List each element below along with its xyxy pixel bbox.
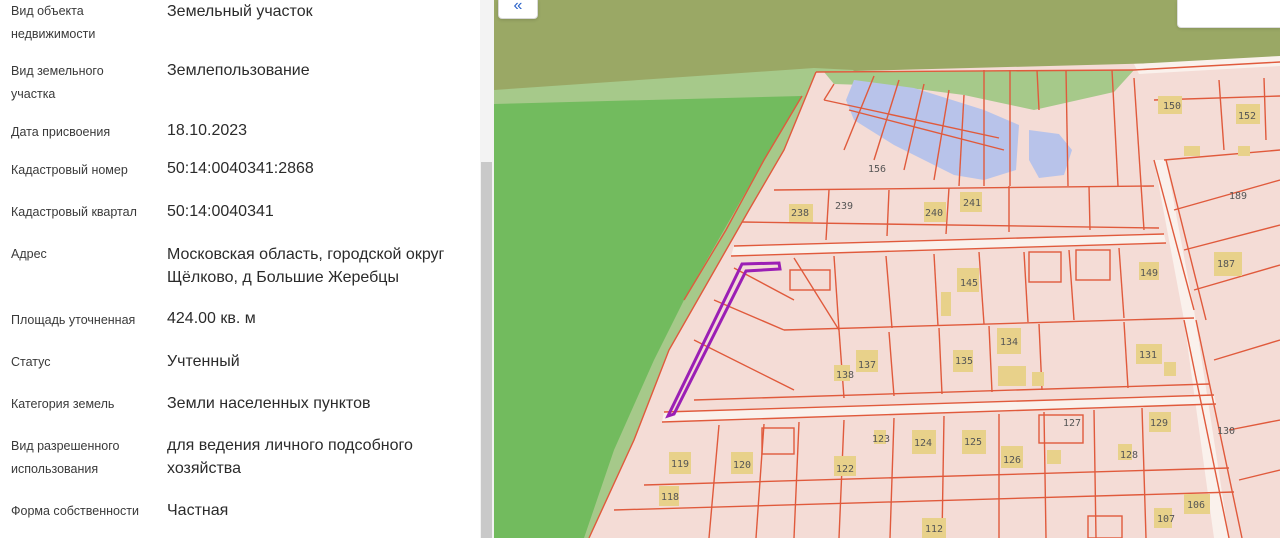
property-value: 18.10.2023 xyxy=(167,122,248,139)
plot-label: 240 xyxy=(925,208,943,219)
plot-label: 134 xyxy=(1000,337,1018,348)
plot-label: 156 xyxy=(868,164,886,175)
plot-label: 126 xyxy=(1003,455,1021,466)
building xyxy=(1032,372,1044,386)
plot-label: 123 xyxy=(872,434,890,445)
plot-label: 118 xyxy=(661,492,679,503)
property-label: Статус xyxy=(11,355,51,369)
plot-label: 149 xyxy=(1140,268,1158,279)
plot-label: 106 xyxy=(1187,500,1205,511)
plot-label: 135 xyxy=(955,356,973,367)
plot-label: 130 xyxy=(1217,426,1235,437)
map-control-panel[interactable] xyxy=(1177,0,1280,28)
property-label: Адрес xyxy=(11,247,47,261)
plot-label: 145 xyxy=(960,278,978,289)
property-label: Дата присвоения xyxy=(11,125,111,139)
property-label: Форма собственности xyxy=(11,504,139,518)
parcel-edge xyxy=(1088,185,1091,231)
plot-label: 152 xyxy=(1238,111,1256,122)
plot-label: 150 xyxy=(1163,101,1181,112)
property-value: Московская область, городской округ Щёлк… xyxy=(167,246,445,286)
building xyxy=(1164,362,1176,376)
property-label: Вид разрешенного использования xyxy=(11,439,120,476)
property-value: Землепользование xyxy=(167,62,310,79)
plot-label: 238 xyxy=(791,208,809,219)
plot-label: 112 xyxy=(925,524,943,535)
cadastral-map[interactable]: 150 152 156 189 238 239 240 241 187 149 … xyxy=(494,0,1280,538)
property-value: Учтенный xyxy=(167,353,240,370)
property-value: 50:14:0040341 xyxy=(167,203,274,220)
building xyxy=(1047,450,1061,464)
plot-label: 239 xyxy=(835,201,853,212)
property-value: для ведения личного подсобного хозяйства xyxy=(167,437,413,477)
plot-label: 125 xyxy=(964,437,982,448)
map-canvas[interactable]: 150 152 156 189 238 239 240 241 187 149 … xyxy=(494,0,1280,538)
scrollbar-thumb[interactable] xyxy=(481,162,492,538)
plot-label: 138 xyxy=(836,370,854,381)
plot-label: 241 xyxy=(963,198,981,209)
plot-label: 128 xyxy=(1120,450,1138,461)
collapse-panel-button[interactable]: « xyxy=(498,0,538,19)
property-label: Вид земельного участка xyxy=(11,64,104,101)
property-value: 50:14:0040341:2868 xyxy=(167,160,314,177)
property-label: Категория земель xyxy=(11,397,115,411)
property-value: 424.00 кв. м xyxy=(167,310,256,327)
property-label: Кадастровый номер xyxy=(11,163,128,177)
plot-label: 129 xyxy=(1150,418,1168,429)
property-value: Земельный участок xyxy=(167,3,313,20)
property-label: Площадь уточненная xyxy=(11,313,136,327)
plot-label: 120 xyxy=(733,460,751,471)
plot-label: 124 xyxy=(914,438,932,449)
property-value: Частная xyxy=(167,502,229,519)
building xyxy=(998,366,1026,386)
plot-label: 131 xyxy=(1139,350,1157,361)
plot-label: 127 xyxy=(1063,418,1081,429)
building xyxy=(1238,146,1250,156)
property-label: Вид объекта недвижимости xyxy=(11,4,96,41)
plot-label: 137 xyxy=(858,360,876,371)
property-info-panel: Вид объекта недвижимости Земельный участ… xyxy=(0,0,480,538)
plot-label: 119 xyxy=(671,459,689,470)
double-chevron-left-icon: « xyxy=(513,0,523,14)
plot-label: 189 xyxy=(1229,191,1247,202)
plot-label: 122 xyxy=(836,464,854,475)
building xyxy=(1184,146,1200,156)
plot-label: 107 xyxy=(1157,514,1175,525)
property-value: Земли населенных пунктов xyxy=(167,395,371,412)
property-label: Кадастровый квартал xyxy=(11,205,137,219)
plot-label: 187 xyxy=(1217,259,1235,270)
building xyxy=(941,292,951,316)
